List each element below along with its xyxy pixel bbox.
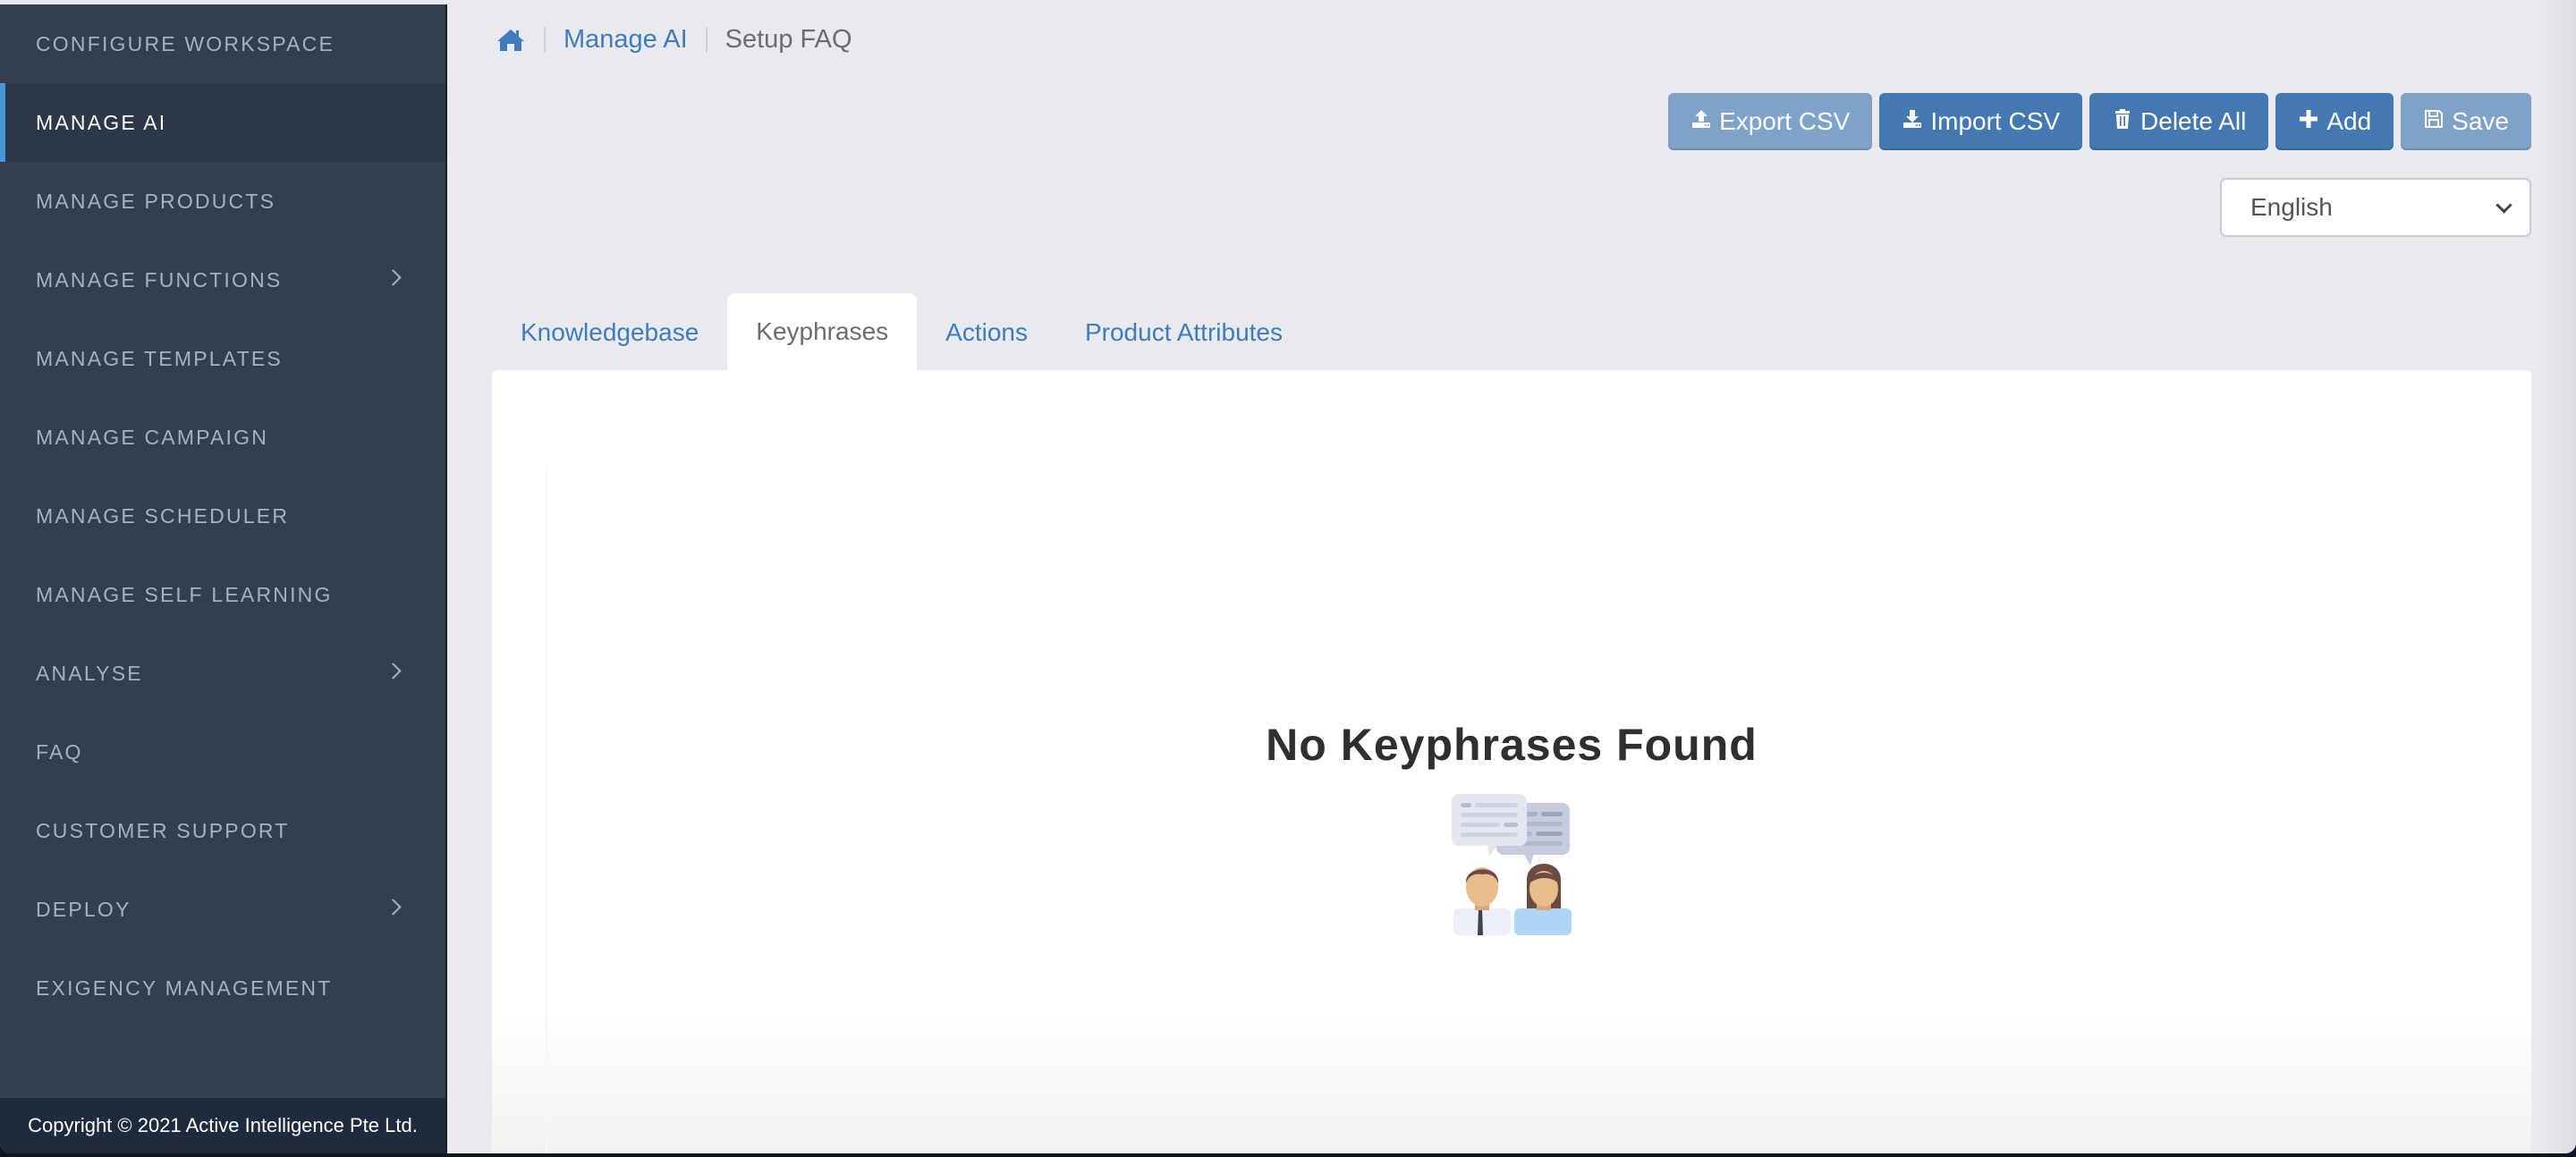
sidebar-item-manage-campaign[interactable]: MANAGE CAMPAIGN xyxy=(0,398,445,477)
floppy-disk-icon xyxy=(2423,107,2445,136)
sidebar-item-configure-workspace[interactable]: CONFIGURE WORKSPACE xyxy=(0,4,445,83)
export-csv-label: Export CSV xyxy=(1719,107,1851,135)
sidebar-item-manage-scheduler[interactable]: MANAGE SCHEDULER xyxy=(0,477,445,555)
export-csv-button[interactable]: Export CSV xyxy=(1668,93,1873,150)
sidebar-item-label: ANALYSE xyxy=(36,661,143,685)
chevron-right-icon xyxy=(385,899,402,916)
breadcrumb: Manage AI Setup FAQ xyxy=(496,25,852,55)
sidebar-item-faq[interactable]: FAQ xyxy=(0,713,445,791)
sidebar-item-label: MANAGE CAMPAIGN xyxy=(36,425,269,449)
sidebar-item-label: MANAGE TEMPLATES xyxy=(36,346,283,370)
sidebar-item-manage-products[interactable]: MANAGE PRODUCTS xyxy=(0,162,445,241)
delete-all-button[interactable]: Delete All xyxy=(2089,93,2269,150)
sidebar-item-deploy[interactable]: DEPLOY xyxy=(0,870,445,949)
tab-bar: Knowledgebase Keyphrases Actions Product… xyxy=(492,293,1311,370)
tab-keyphrases[interactable]: Keyphrases xyxy=(727,293,918,370)
add-label: Add xyxy=(2326,107,2372,135)
sidebar-item-label: MANAGE PRODUCTS xyxy=(36,189,276,213)
save-label: Save xyxy=(2452,107,2509,135)
breadcrumb-setup-faq: Setup FAQ xyxy=(724,25,852,54)
window-edge xyxy=(2540,0,2576,1153)
breadcrumb-separator xyxy=(705,27,708,53)
import-csv-button[interactable]: Import CSV xyxy=(1879,93,2083,150)
sidebar-item-label: MANAGE FUNCTIONS xyxy=(36,267,283,291)
sidebar-item-manage-functions[interactable]: MANAGE FUNCTIONS xyxy=(0,241,445,319)
sidebar-item-label: EXIGENCY MANAGEMENT xyxy=(36,975,333,1000)
chevron-right-icon xyxy=(385,663,402,680)
main-content: Manage AI Setup FAQ Export CSV Import CS… xyxy=(447,0,2576,1153)
plus-icon xyxy=(2298,107,2319,136)
tab-knowledgebase[interactable]: Knowledgebase xyxy=(492,295,727,370)
breadcrumb-separator xyxy=(544,27,546,53)
upload-icon xyxy=(1690,107,1712,136)
download-icon xyxy=(1902,107,1923,136)
app-window: CONFIGURE WORKSPACE MANAGE AI MANAGE PRO… xyxy=(0,0,2576,1153)
tab-label: Actions xyxy=(945,318,1028,346)
sidebar: CONFIGURE WORKSPACE MANAGE AI MANAGE PRO… xyxy=(0,4,447,1153)
language-select-value: English xyxy=(2250,193,2333,221)
sidebar-item-label: DEPLOY xyxy=(36,897,131,921)
tab-actions[interactable]: Actions xyxy=(917,295,1056,370)
tab-label: Product Attributes xyxy=(1084,318,1283,346)
tab-label: Knowledgebase xyxy=(521,318,699,346)
chevron-right-icon xyxy=(385,269,402,286)
save-button[interactable]: Save xyxy=(2401,93,2531,150)
sidebar-item-manage-ai[interactable]: MANAGE AI xyxy=(0,83,445,162)
add-button[interactable]: Add xyxy=(2275,93,2394,150)
tab-label: Keyphrases xyxy=(756,317,889,345)
sidebar-item-label: FAQ xyxy=(36,739,83,764)
sidebar-item-label: CUSTOMER SUPPORT xyxy=(36,818,290,842)
sidebar-item-label: CONFIGURE WORKSPACE xyxy=(36,31,335,55)
sidebar-item-label: MANAGE AI xyxy=(36,110,167,134)
sidebar-item-analyse[interactable]: ANALYSE xyxy=(0,634,445,713)
breadcrumb-manage-ai[interactable]: Manage AI xyxy=(564,25,688,55)
sidebar-nav: CONFIGURE WORKSPACE MANAGE AI MANAGE PRO… xyxy=(0,4,445,1027)
tab-product-attributes[interactable]: Product Attributes xyxy=(1056,295,1311,370)
toolbar: Export CSV Import CSV Delete All Add Sav… xyxy=(1668,93,2531,150)
sidebar-item-customer-support[interactable]: CUSTOMER SUPPORT xyxy=(0,791,445,870)
sidebar-item-manage-templates[interactable]: MANAGE TEMPLATES xyxy=(0,319,445,398)
empty-state-title: No Keyphrases Found xyxy=(1266,720,1758,770)
empty-state: No Keyphrases Found xyxy=(492,719,2531,937)
keyphrases-panel: No Keyphrases Found xyxy=(492,370,2531,1153)
sidebar-item-manage-self-learning[interactable]: MANAGE SELF LEARNING xyxy=(0,555,445,634)
trash-icon xyxy=(2112,107,2133,136)
sidebar-item-exigency-management[interactable]: EXIGENCY MANAGEMENT xyxy=(0,949,445,1027)
import-csv-label: Import CSV xyxy=(1930,107,2061,135)
home-icon[interactable] xyxy=(496,28,526,53)
sidebar-item-label: MANAGE SELF LEARNING xyxy=(36,582,333,606)
copyright-footer: Copyright © 2021 Active Intelligence Pte… xyxy=(0,1098,445,1153)
conversation-people-icon xyxy=(1452,794,1572,935)
chevron-down-icon xyxy=(2496,197,2512,214)
sidebar-item-label: MANAGE SCHEDULER xyxy=(36,503,290,528)
language-select[interactable]: English xyxy=(2220,178,2531,237)
delete-all-label: Delete All xyxy=(2140,107,2247,135)
